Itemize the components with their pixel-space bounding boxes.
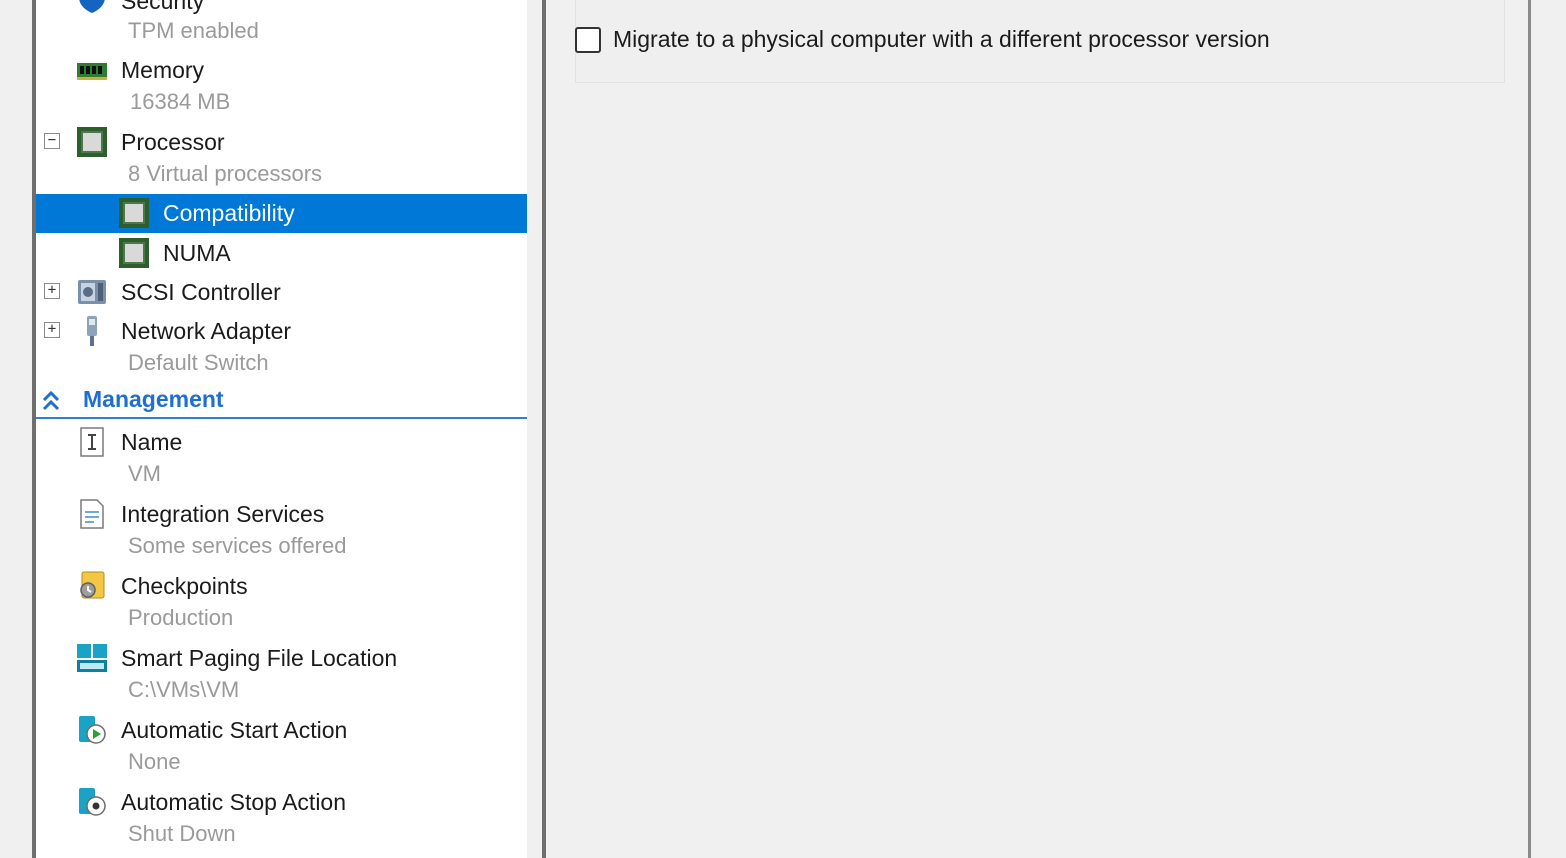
expand-button[interactable]: +	[44, 322, 60, 338]
tree-item-label: Security	[121, 0, 205, 14]
tree-item-detail: Default Switch	[128, 350, 269, 375]
tree-item-label: Compatibility	[163, 200, 295, 226]
processor-chip-icon	[119, 238, 149, 268]
tree-item-detail: VM	[128, 461, 161, 486]
shield-icon	[79, 0, 105, 13]
name-field-icon	[80, 427, 104, 457]
scsi-controller-icon	[78, 280, 106, 304]
tree-item-detail: Some services offered	[128, 533, 347, 558]
window-left-margin	[0, 0, 34, 858]
automatic-start-icon	[79, 716, 106, 744]
tree-item-label: Network Adapter	[121, 318, 292, 344]
tree-item-label: Checkpoints	[121, 573, 248, 599]
pane-splitter[interactable]	[527, 0, 543, 858]
processor-chip-icon	[119, 198, 149, 228]
tree-item-label: Automatic Start Action	[121, 717, 348, 743]
smart-paging-icon	[77, 644, 107, 672]
tree-item-label: Automatic Stop Action	[121, 789, 347, 815]
processor-chip-icon	[77, 127, 107, 157]
tree-item-detail: Production	[128, 605, 234, 630]
tree-item-label: Processor	[121, 129, 225, 155]
integration-services-icon	[80, 499, 104, 529]
tree-item-detail: 8 Virtual processors	[128, 161, 323, 186]
tree-item-label: Name	[121, 429, 183, 455]
tree-item-detail: Shut Down	[128, 821, 236, 846]
migrate-processor-checkbox[interactable]	[575, 26, 601, 53]
window-right-margin	[1531, 0, 1566, 858]
tree-item-label: Integration Services	[121, 501, 325, 527]
tree-item-label: Smart Paging File Location	[121, 645, 398, 671]
network-adapter-icon	[87, 316, 97, 346]
tree-item-detail: TPM enabled	[128, 18, 259, 43]
tree-item-detail: None	[128, 749, 181, 774]
checkpoints-icon	[80, 571, 105, 599]
migrate-processor-label: Migrate to a physical computer with a di…	[613, 26, 1270, 52]
settings-details-pane: Migrate to a physical computer with a di…	[546, 0, 1528, 858]
migrate-processor-option[interactable]: Migrate to a physical computer with a di…	[575, 26, 1270, 53]
tree-item-label: Memory	[121, 57, 205, 83]
section-divider	[36, 417, 527, 419]
section-header-management[interactable]: Management	[83, 386, 224, 413]
tree-item-label: NUMA	[163, 240, 231, 266]
hardware-tree-panel: Security TPM enabled Memory 16384 MB − P…	[36, 0, 527, 858]
collapse-section-icon[interactable]	[40, 388, 62, 414]
tree-item-detail: 16384 MB	[130, 89, 231, 114]
tree-item-detail: C:\VMs\VM	[128, 677, 240, 702]
memory-chip-icon	[77, 63, 107, 80]
expand-button[interactable]: +	[44, 283, 60, 299]
collapse-button[interactable]: −	[44, 133, 60, 149]
tree-item-label: SCSI Controller	[121, 279, 281, 305]
automatic-stop-icon	[79, 788, 106, 816]
